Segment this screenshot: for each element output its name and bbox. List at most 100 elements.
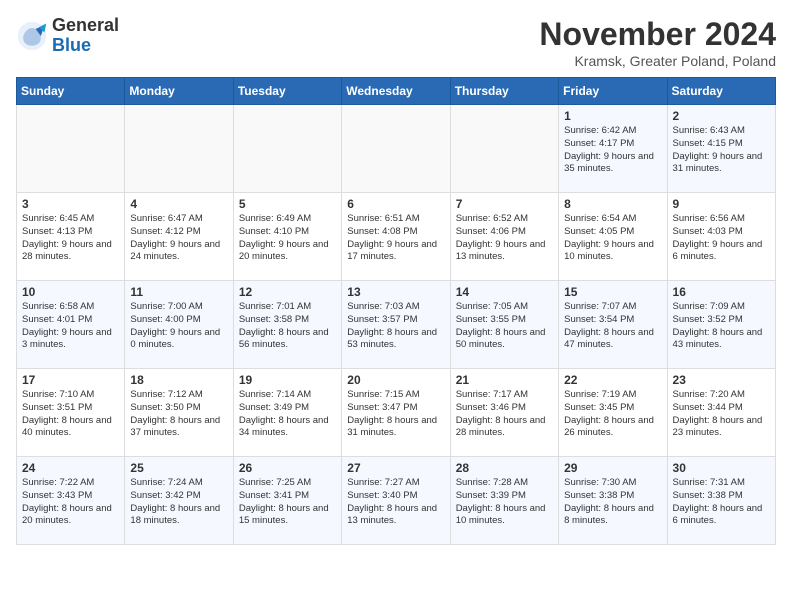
calendar-cell: 18 Sunrise: 7:12 AM Sunset: 3:50 PM Dayli…	[125, 369, 233, 457]
calendar-cell: 14Sunrise: 7:05 AM Sunset: 3:55 PM Dayli…	[450, 281, 558, 369]
day-number: 12	[239, 285, 336, 299]
day-number: 2	[673, 109, 770, 123]
calendar-cell: 27 Sunrise: 7:27 AM Sunset: 3:40 PM Dayli…	[342, 457, 450, 545]
day-info: Sunrise: 7:01 AM Sunset: 3:58 PM Dayligh…	[239, 301, 336, 352]
calendar-body: 1 Sunrise: 6:42 AM Sunset: 4:17 PM Daylig…	[17, 105, 776, 545]
calendar-cell: 2 Sunrise: 6:43 AM Sunset: 4:15 PM Daylig…	[667, 105, 775, 193]
day-number: 20	[347, 373, 444, 387]
calendar-col-header: Thursday	[450, 78, 558, 105]
calendar-week-row: 24 Sunrise: 7:22 AM Sunset: 3:43 PM Dayli…	[17, 457, 776, 545]
day-info: Sunrise: 7:07 AM Sunset: 3:54 PM Dayligh…	[564, 301, 661, 352]
calendar-cell: 4 Sunrise: 6:47 AM Sunset: 4:12 PM Daylig…	[125, 193, 233, 281]
calendar-col-header: Tuesday	[233, 78, 341, 105]
calendar-cell	[450, 105, 558, 193]
day-number: 26	[239, 461, 336, 475]
day-info: Sunrise: 6:54 AM Sunset: 4:05 PM Dayligh…	[564, 213, 661, 264]
day-info: Sunrise: 7:12 AM Sunset: 3:50 PM Dayligh…	[130, 389, 227, 440]
day-info: Sunrise: 7:20 AM Sunset: 3:44 PM Dayligh…	[673, 389, 770, 440]
calendar-cell: 22 Sunrise: 7:19 AM Sunset: 3:45 PM Dayli…	[559, 369, 667, 457]
calendar-col-header: Wednesday	[342, 78, 450, 105]
day-info: Sunrise: 6:58 AM Sunset: 4:01 PM Dayligh…	[22, 301, 119, 352]
day-info: Sunrise: 6:56 AM Sunset: 4:03 PM Dayligh…	[673, 213, 770, 264]
calendar-cell: 5 Sunrise: 6:49 AM Sunset: 4:10 PM Daylig…	[233, 193, 341, 281]
calendar-cell: 12 Sunrise: 7:01 AM Sunset: 3:58 PM Dayli…	[233, 281, 341, 369]
day-number: 5	[239, 197, 336, 211]
calendar-cell: 3Sunrise: 6:45 AM Sunset: 4:13 PM Daylig…	[17, 193, 125, 281]
day-info: Sunrise: 7:15 AM Sunset: 3:47 PM Dayligh…	[347, 389, 444, 440]
day-info: Sunrise: 6:49 AM Sunset: 4:10 PM Dayligh…	[239, 213, 336, 264]
day-number: 13	[347, 285, 444, 299]
calendar-cell: 23 Sunrise: 7:20 AM Sunset: 3:44 PM Dayli…	[667, 369, 775, 457]
calendar-col-header: Saturday	[667, 78, 775, 105]
day-number: 19	[239, 373, 336, 387]
day-number: 23	[673, 373, 770, 387]
calendar-cell	[342, 105, 450, 193]
logo-icon	[16, 20, 48, 52]
day-number: 22	[564, 373, 661, 387]
day-info: Sunrise: 7:03 AM Sunset: 3:57 PM Dayligh…	[347, 301, 444, 352]
day-number: 24	[22, 461, 119, 475]
day-number: 25	[130, 461, 227, 475]
calendar-cell: 20 Sunrise: 7:15 AM Sunset: 3:47 PM Dayli…	[342, 369, 450, 457]
day-number: 18	[130, 373, 227, 387]
title-block: November 2024 Kramsk, Greater Poland, Po…	[539, 16, 776, 69]
day-number: 29	[564, 461, 661, 475]
calendar-cell: 6Sunrise: 6:51 AM Sunset: 4:08 PM Daylig…	[342, 193, 450, 281]
calendar-cell	[125, 105, 233, 193]
day-info: Sunrise: 7:17 AM Sunset: 3:46 PM Dayligh…	[456, 389, 553, 440]
calendar-header-row: SundayMondayTuesdayWednesdayThursdayFrid…	[17, 78, 776, 105]
calendar-table: SundayMondayTuesdayWednesdayThursdayFrid…	[16, 77, 776, 545]
calendar-cell: 26Sunrise: 7:25 AM Sunset: 3:41 PM Dayli…	[233, 457, 341, 545]
calendar-cell: 25 Sunrise: 7:24 AM Sunset: 3:42 PM Dayli…	[125, 457, 233, 545]
calendar-cell	[233, 105, 341, 193]
day-number: 15	[564, 285, 661, 299]
day-number: 16	[673, 285, 770, 299]
calendar-cell: 11Sunrise: 7:00 AM Sunset: 4:00 PM Dayli…	[125, 281, 233, 369]
day-number: 14	[456, 285, 553, 299]
day-number: 8	[564, 197, 661, 211]
day-info: Sunrise: 7:19 AM Sunset: 3:45 PM Dayligh…	[564, 389, 661, 440]
day-info: Sunrise: 7:24 AM Sunset: 3:42 PM Dayligh…	[130, 477, 227, 528]
day-info: Sunrise: 6:47 AM Sunset: 4:12 PM Dayligh…	[130, 213, 227, 264]
calendar-week-row: 17Sunrise: 7:10 AM Sunset: 3:51 PM Dayli…	[17, 369, 776, 457]
day-number: 9	[673, 197, 770, 211]
day-number: 11	[130, 285, 227, 299]
calendar-cell: 13 Sunrise: 7:03 AM Sunset: 3:57 PM Dayli…	[342, 281, 450, 369]
calendar-cell: 9 Sunrise: 6:56 AM Sunset: 4:03 PM Daylig…	[667, 193, 775, 281]
calendar-cell: 8 Sunrise: 6:54 AM Sunset: 4:05 PM Daylig…	[559, 193, 667, 281]
day-number: 4	[130, 197, 227, 211]
logo: General Blue	[16, 16, 119, 56]
day-number: 30	[673, 461, 770, 475]
calendar-cell: 10Sunrise: 6:58 AM Sunset: 4:01 PM Dayli…	[17, 281, 125, 369]
day-info: Sunrise: 7:31 AM Sunset: 3:38 PM Dayligh…	[673, 477, 770, 528]
day-info: Sunrise: 6:42 AM Sunset: 4:17 PM Dayligh…	[564, 125, 661, 176]
location: Kramsk, Greater Poland, Poland	[539, 53, 776, 69]
calendar-cell: 7 Sunrise: 6:52 AM Sunset: 4:06 PM Daylig…	[450, 193, 558, 281]
calendar-week-row: 10Sunrise: 6:58 AM Sunset: 4:01 PM Dayli…	[17, 281, 776, 369]
calendar-cell: 21 Sunrise: 7:17 AM Sunset: 3:46 PM Dayli…	[450, 369, 558, 457]
calendar-cell: 19Sunrise: 7:14 AM Sunset: 3:49 PM Dayli…	[233, 369, 341, 457]
day-number: 28	[456, 461, 553, 475]
day-number: 3	[22, 197, 119, 211]
day-info: Sunrise: 6:43 AM Sunset: 4:15 PM Dayligh…	[673, 125, 770, 176]
calendar-cell: 30 Sunrise: 7:31 AM Sunset: 3:38 PM Dayli…	[667, 457, 775, 545]
day-info: Sunrise: 7:28 AM Sunset: 3:39 PM Dayligh…	[456, 477, 553, 528]
calendar-week-row: 1 Sunrise: 6:42 AM Sunset: 4:17 PM Daylig…	[17, 105, 776, 193]
day-info: Sunrise: 7:09 AM Sunset: 3:52 PM Dayligh…	[673, 301, 770, 352]
calendar-cell: 28 Sunrise: 7:28 AM Sunset: 3:39 PM Dayli…	[450, 457, 558, 545]
day-number: 7	[456, 197, 553, 211]
day-number: 21	[456, 373, 553, 387]
day-info: Sunrise: 7:30 AM Sunset: 3:38 PM Dayligh…	[564, 477, 661, 528]
day-number: 27	[347, 461, 444, 475]
day-number: 17	[22, 373, 119, 387]
day-info: Sunrise: 7:22 AM Sunset: 3:43 PM Dayligh…	[22, 477, 119, 528]
day-number: 1	[564, 109, 661, 123]
calendar-cell: 17Sunrise: 7:10 AM Sunset: 3:51 PM Dayli…	[17, 369, 125, 457]
calendar-cell: 29 Sunrise: 7:30 AM Sunset: 3:38 PM Dayli…	[559, 457, 667, 545]
day-number: 6	[347, 197, 444, 211]
day-info: Sunrise: 7:27 AM Sunset: 3:40 PM Dayligh…	[347, 477, 444, 528]
calendar-cell: 15 Sunrise: 7:07 AM Sunset: 3:54 PM Dayli…	[559, 281, 667, 369]
calendar-cell: 16 Sunrise: 7:09 AM Sunset: 3:52 PM Dayli…	[667, 281, 775, 369]
calendar-col-header: Friday	[559, 78, 667, 105]
day-info: Sunrise: 6:52 AM Sunset: 4:06 PM Dayligh…	[456, 213, 553, 264]
